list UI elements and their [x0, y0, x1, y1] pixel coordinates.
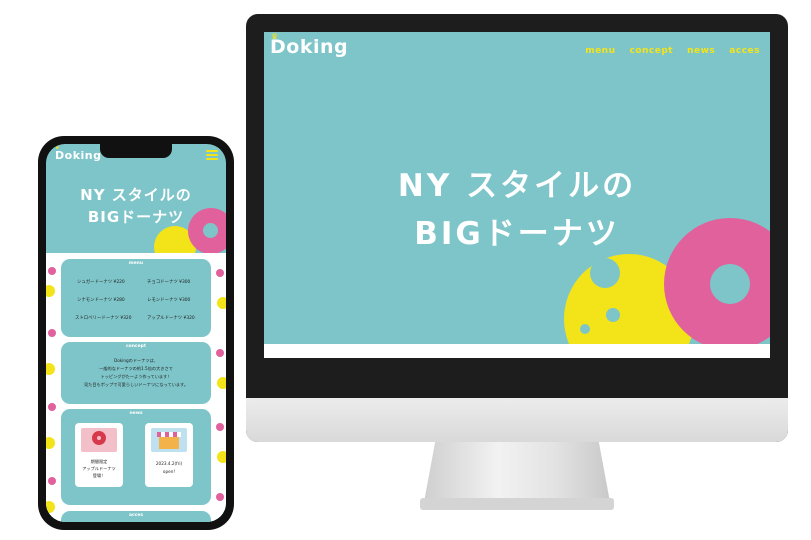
donut-hole — [606, 308, 620, 322]
desktop-nav: menu concept news acces — [585, 46, 760, 56]
news-text-line: 2023.4.2(fri) — [155, 461, 183, 466]
yellow-donut-decoration — [46, 363, 55, 375]
news-section-title: news — [129, 411, 143, 416]
mobile-hero-line1: NY スタイルの — [80, 186, 192, 204]
menu-section-title: menu — [128, 261, 144, 266]
pink-donut-decoration — [216, 269, 224, 277]
crown-icon: ♛ — [55, 145, 60, 151]
mobile-logo[interactable]: ♛ Doking — [55, 145, 101, 162]
pink-donut-decoration — [216, 423, 224, 431]
desktop-site-screen: ♛ Doking menu concept news acces NY スタイル… — [264, 32, 770, 344]
concept-text-line: 一般的なドーナツの約1.5倍の大きさで — [99, 366, 173, 371]
pink-donut-decoration — [48, 267, 56, 275]
phone-notch — [100, 144, 172, 158]
desktop-screen-bottom — [264, 344, 770, 358]
menu-item: レモンドーナツ ¥300 — [147, 298, 191, 303]
yellow-donut-decoration — [46, 285, 55, 297]
nav-concept-link[interactable]: concept — [629, 46, 673, 56]
hamburger-menu-icon[interactable] — [206, 150, 218, 162]
donut-hole — [203, 223, 218, 238]
donut-hole — [97, 436, 101, 440]
yellow-donut-decoration — [46, 437, 55, 449]
imac-stand — [424, 442, 610, 502]
donut-hole — [580, 324, 590, 334]
concept-section-title: concept — [125, 344, 147, 349]
menu-item: アップルドーナツ ¥320 — [147, 316, 195, 321]
menu-item: ストロベリードーナツ ¥320 — [75, 316, 132, 321]
yellow-donut-decoration — [217, 451, 226, 463]
crown-icon: ♛ — [271, 32, 279, 41]
yellow-donut-decoration — [217, 377, 226, 389]
news-text-line: アップルドーナツ — [82, 466, 116, 471]
menu-section: menu シュガードーナツ ¥220 チョコドーナツ ¥300 シナモンドーナツ… — [61, 259, 211, 337]
mobile-content: menu シュガードーナツ ¥220 チョコドーナツ ¥300 シナモンドーナツ… — [46, 253, 226, 522]
pink-donut-decoration — [216, 493, 224, 501]
yellow-donut-decoration — [217, 297, 226, 309]
news-text-line: 期間限定 — [90, 459, 108, 464]
concept-section: concept Dokingのドーナツは、 一般的なドーナツの約1.5倍の大きさ… — [61, 342, 211, 404]
desktop-logo[interactable]: ♛ Doking — [270, 32, 348, 58]
news-text-line: 登場！ — [92, 473, 106, 478]
shop-front-icon — [159, 437, 179, 449]
nav-acces-link[interactable]: acces — [729, 46, 760, 56]
pink-donut-decoration — [216, 349, 224, 357]
donut-hole — [710, 264, 750, 304]
mobile-site-screen: ♛ Doking NY スタイルの BIGドーナツ menu シュガードーナツ … — [46, 144, 226, 522]
yellow-donut-decoration — [46, 501, 55, 513]
concept-text-line: 見た目もポップで可愛らしいドーナツになっています。 — [83, 382, 189, 387]
imac-chin — [246, 398, 788, 442]
concept-text-line: Dokingのドーナツは、 — [113, 358, 158, 363]
donut-hole — [590, 258, 620, 288]
news-card[interactable]: 期間限定 アップルドーナツ 登場！ — [75, 423, 123, 487]
nav-menu-link[interactable]: menu — [585, 46, 615, 56]
nav-news-link[interactable]: news — [687, 46, 715, 56]
access-section: acces — [61, 511, 211, 522]
pink-donut-decoration — [48, 477, 56, 485]
news-section: news 期間限定 アップルドーナツ 登場！ 2023.4.2(fri) ope… — [61, 409, 211, 505]
menu-item: チョコドーナツ ¥300 — [147, 280, 191, 285]
pink-donut-decoration — [48, 329, 56, 337]
pink-donut-decoration — [48, 403, 56, 411]
menu-item: シュガードーナツ ¥220 — [77, 280, 125, 285]
hero-heading-line1: NY スタイルの — [397, 168, 637, 204]
concept-text-line: トッピングがたーよう作っています！ — [100, 374, 172, 379]
access-section-title: acces — [128, 513, 144, 518]
imac-stand-base — [420, 498, 614, 510]
news-text-line: open! — [162, 469, 176, 474]
menu-item: シナモンドーナツ ¥280 — [77, 298, 125, 303]
news-card[interactable]: 2023.4.2(fri) open! — [145, 423, 193, 487]
